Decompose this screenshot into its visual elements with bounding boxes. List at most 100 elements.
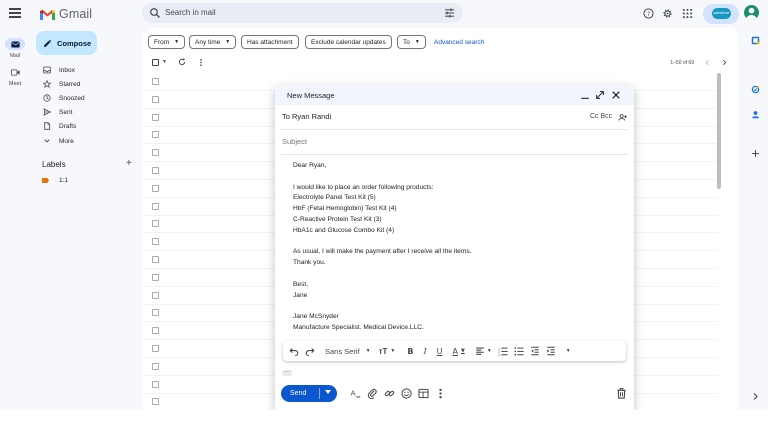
sidebar-item-snoozed[interactable]: Snoozed	[35, 92, 143, 104]
rail-meet[interactable]: Meet	[3, 66, 27, 87]
font-family-select[interactable]: Sans Serif ▼	[325, 344, 371, 358]
calendar-icon[interactable]	[751, 36, 760, 45]
caret-down-icon: ▼	[174, 39, 180, 45]
indent-less-icon[interactable]	[530, 344, 540, 358]
rail-mail[interactable]: Mail	[3, 38, 27, 59]
send-button[interactable]: Send	[281, 385, 337, 402]
sidebar-item-sent[interactable]: Sent	[35, 106, 143, 118]
row-checkbox[interactable]	[152, 238, 159, 246]
align-icon[interactable]	[475, 344, 485, 358]
row-checkbox[interactable]	[152, 113, 159, 121]
discard-draft-icon[interactable]	[616, 388, 627, 399]
next-page-icon[interactable]	[721, 59, 728, 66]
cc-bcc-button[interactable]: Cc Bcc	[590, 113, 612, 120]
undo-icon[interactable]	[289, 344, 299, 358]
redo-icon[interactable]	[305, 344, 315, 358]
attach-file-icon[interactable]	[367, 388, 378, 399]
schedule-send-icon[interactable]	[325, 390, 331, 394]
row-checkbox[interactable]	[152, 95, 159, 103]
filter-any-time-chip[interactable]: Any time ▼	[189, 35, 237, 49]
subject-field[interactable]: Subject	[282, 137, 307, 146]
gmail-logo[interactable]: Gmail	[40, 6, 92, 22]
row-checkbox[interactable]	[152, 362, 159, 370]
main-menu-icon[interactable]	[9, 8, 21, 18]
help-icon[interactable]: ?	[643, 8, 654, 19]
row-checkbox[interactable]	[152, 202, 159, 210]
row-checkbox[interactable]	[152, 256, 159, 263]
row-checkbox[interactable]	[152, 184, 159, 192]
show-trimmed-content-button[interactable]: ···	[282, 369, 292, 376]
close-icon[interactable]	[611, 90, 621, 100]
sidebar-item-inbox[interactable]: Inbox	[35, 64, 143, 76]
insert-emoji-icon[interactable]	[401, 388, 412, 399]
italic-icon[interactable]: I	[423, 344, 426, 358]
row-checkbox[interactable]	[152, 291, 159, 299]
account-avatar[interactable]	[744, 5, 759, 20]
search-icon[interactable]	[149, 7, 161, 19]
filter-has-attachment-chip[interactable]: Has attachment	[241, 35, 299, 49]
chip-label: Has attachment	[247, 38, 293, 46]
indent-more-icon[interactable]	[546, 344, 556, 358]
row-checkbox[interactable]	[152, 78, 159, 85]
compose-button[interactable]: Compose	[36, 31, 97, 55]
search-bar[interactable]: Search in mail	[142, 3, 463, 23]
row-checkbox[interactable]	[152, 398, 159, 406]
bold-icon[interactable]: B	[407, 344, 413, 358]
prev-page-icon[interactable]	[704, 59, 711, 66]
filter-to-chip[interactable]: To ▼	[397, 35, 426, 49]
filter-exclude-calendar-chip[interactable]: Exclude calendar updates	[305, 35, 392, 49]
search-input[interactable]: Search in mail	[165, 8, 216, 17]
more-options-icon[interactable]	[435, 388, 446, 399]
more-vert-icon[interactable]	[197, 58, 205, 67]
row-checkbox[interactable]	[152, 327, 159, 335]
sidebar-item-more[interactable]: More	[35, 135, 143, 147]
body-line	[293, 269, 471, 280]
select-dropdown-icon[interactable]: ▼	[162, 59, 167, 65]
list-scrollbar[interactable]	[717, 73, 721, 189]
add-addon-icon[interactable]	[751, 149, 760, 158]
message-body[interactable]: Dear Ryan, I would like to place an order…	[293, 161, 471, 334]
align-caret-icon[interactable]: ▼	[487, 344, 492, 358]
insert-link-icon[interactable]	[384, 388, 395, 399]
select-contacts-icon[interactable]	[618, 113, 627, 122]
underline-icon[interactable]: U	[437, 344, 443, 358]
chevron-right-icon[interactable]	[751, 392, 760, 401]
settings-gear-icon[interactable]	[662, 8, 673, 19]
row-checkbox[interactable]	[152, 273, 159, 281]
tasks-icon[interactable]	[751, 85, 760, 94]
compose-header[interactable]: New Message	[275, 85, 634, 105]
row-checkbox[interactable]	[152, 309, 159, 317]
contacts-icon[interactable]	[751, 110, 760, 119]
row-checkbox[interactable]	[152, 220, 159, 228]
expand-icon[interactable]	[595, 90, 605, 100]
search-options-icon[interactable]	[444, 8, 455, 18]
body-line	[293, 172, 471, 183]
bulleted-list-icon[interactable]	[514, 344, 524, 358]
apps-grid-icon[interactable]	[682, 8, 693, 19]
add-label-button[interactable]: +	[126, 158, 132, 169]
insert-template-icon[interactable]	[418, 388, 429, 399]
row-checkbox[interactable]	[152, 380, 159, 388]
label-item[interactable]: 1:1	[42, 177, 68, 184]
formatting-options-icon[interactable]: A	[350, 388, 361, 399]
filter-from-chip[interactable]: From ▼	[148, 35, 186, 49]
row-checkbox[interactable]	[152, 131, 159, 139]
row-checkbox[interactable]	[152, 149, 159, 157]
recipient-field[interactable]: To Ryan Randi	[282, 112, 331, 121]
row-checkbox[interactable]	[152, 167, 159, 174]
minimize-icon[interactable]	[580, 90, 590, 100]
salesforce-account-badge[interactable]: salesforce	[703, 4, 739, 24]
advanced-search-link[interactable]: Advanced search	[434, 39, 484, 46]
chip-label: Exclude calendar updates	[311, 38, 386, 46]
sidebar-item-label: Starred	[59, 80, 81, 88]
top-bar: Gmail Search in mail ? salesforce	[0, 0, 768, 28]
font-size-icon[interactable]: тT ▼	[379, 344, 396, 358]
sidebar-item-starred[interactable]: Starred	[35, 78, 143, 90]
sidebar-item-drafts[interactable]: Drafts	[35, 120, 143, 132]
text-color-icon[interactable]: A ▼	[452, 344, 464, 358]
numbered-list-icon[interactable]: 1 2 3	[498, 344, 508, 358]
select-all-checkbox[interactable]	[152, 59, 159, 66]
row-checkbox[interactable]	[152, 345, 159, 352]
refresh-icon[interactable]	[178, 58, 186, 66]
more-formatting-icon[interactable]: ▼	[566, 344, 571, 358]
